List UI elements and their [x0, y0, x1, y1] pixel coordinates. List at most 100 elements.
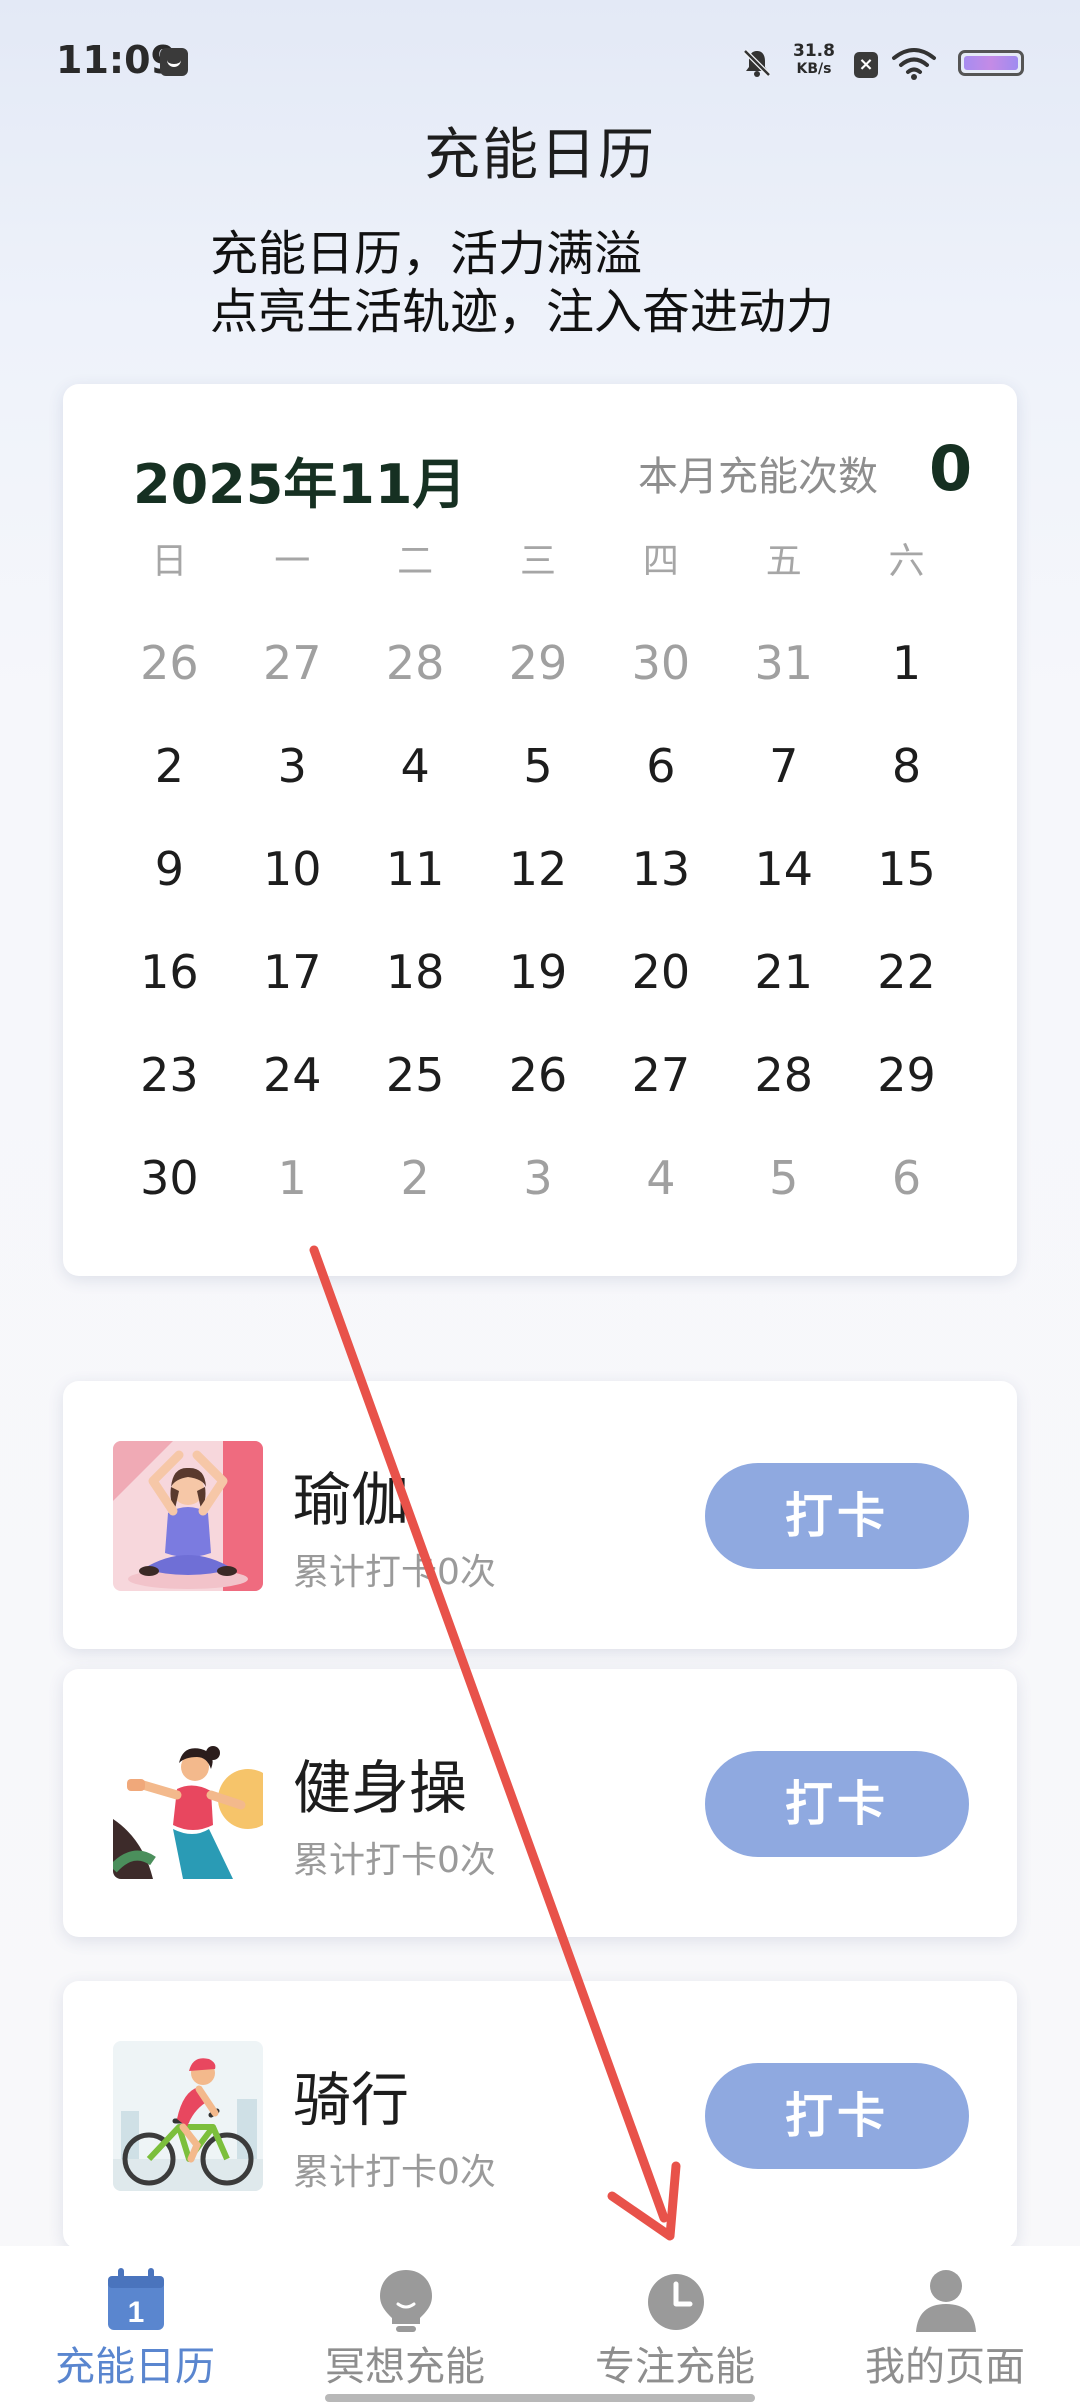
calendar-day[interactable]: 14 — [722, 818, 845, 921]
calendar-day[interactable]: 18 — [354, 921, 477, 1024]
calendar-day[interactable]: 15 — [845, 818, 968, 921]
nav-label: 冥想充能 — [325, 2344, 485, 2390]
status-bar: 11:09 31.8 KB/s × — [0, 0, 1080, 120]
calendar-day[interactable]: 27 — [599, 1024, 722, 1127]
slogan-line-2: 点亮生活轨迹，注入奋进动力 — [210, 284, 835, 340]
nav-label: 我的页面 — [865, 2344, 1025, 2390]
calendar-day-other-month[interactable]: 5 — [722, 1127, 845, 1230]
calendar-month-label: 2025年11月 — [133, 453, 467, 516]
network-speed-value: 31.8 — [793, 41, 835, 61]
nav-label: 专注充能 — [595, 2344, 755, 2390]
calendar-day-other-month[interactable]: 1 — [231, 1127, 354, 1230]
calendar-day[interactable]: 16 — [108, 921, 231, 1024]
home-indicator — [325, 2394, 755, 2402]
activity-checkin-count: 累计打卡0次 — [293, 2152, 496, 2193]
calendar-day[interactable]: 3 — [231, 715, 354, 818]
activity-checkin-count: 累计打卡0次 — [293, 1552, 496, 1593]
checkin-button-aerobics[interactable]: 打卡 — [705, 1751, 969, 1857]
network-speed: 31.8 KB/s — [782, 42, 846, 78]
checkin-button-cycling[interactable]: 打卡 — [705, 2063, 969, 2169]
calendar-day[interactable]: 1 — [845, 612, 968, 715]
bottom-nav: 1 充能日历 冥想充能 专注充能 我的页面 — [0, 2246, 1080, 2408]
calendar-day[interactable]: 6 — [599, 715, 722, 818]
calendar-day[interactable]: 7 — [722, 715, 845, 818]
activity-name: 瑜伽 — [293, 1466, 410, 1534]
activity-name: 骑行 — [293, 2066, 410, 2134]
checkin-button-yoga[interactable]: 打卡 — [705, 1463, 969, 1569]
calendar-day[interactable]: 22 — [845, 921, 968, 1024]
calendar-day[interactable]: 20 — [599, 921, 722, 1024]
calendar-day[interactable]: 29 — [845, 1024, 968, 1127]
clock-icon — [648, 2274, 704, 2330]
person-icon — [916, 2270, 976, 2332]
calendar-day[interactable]: 5 — [477, 715, 600, 818]
aerobics-illustration-icon — [113, 1729, 263, 1879]
calendar-day-other-month[interactable]: 6 — [845, 1127, 968, 1230]
calendar-day-other-month[interactable]: 28 — [354, 612, 477, 715]
calendar-day-other-month[interactable]: 4 — [599, 1127, 722, 1230]
weekday-label: 四 — [642, 541, 679, 582]
sim-x-icon: × — [854, 52, 878, 78]
activity-card-cycling: 骑行 累计打卡0次 打卡 — [63, 1981, 1017, 2249]
calendar-icon: 1 — [108, 2268, 164, 2330]
calendar-day-other-month[interactable]: 26 — [108, 612, 231, 715]
battery-icon — [958, 50, 1024, 76]
monthly-count-value: 0 — [929, 432, 973, 505]
page-title: 充能日历 — [424, 123, 656, 188]
calendar-day[interactable]: 30 — [108, 1127, 231, 1230]
activity-card-aerobics: 健身操 累计打卡0次 打卡 — [63, 1669, 1017, 1937]
calendar-day[interactable]: 2 — [108, 715, 231, 818]
wifi-icon — [892, 48, 936, 80]
calendar-day[interactable]: 8 — [845, 715, 968, 818]
calendar-day[interactable]: 19 — [477, 921, 600, 1024]
calendar-day[interactable]: 23 — [108, 1024, 231, 1127]
cycling-illustration-icon — [113, 2041, 263, 2191]
slogan-line-1: 充能日历，活力满溢 — [210, 226, 643, 282]
network-speed-unit: KB/s — [796, 61, 832, 77]
calendar-day-other-month[interactable]: 27 — [231, 612, 354, 715]
calendar-day[interactable]: 9 — [108, 818, 231, 921]
weekday-label: 五 — [765, 541, 802, 582]
calendar-day-other-month[interactable]: 30 — [599, 612, 722, 715]
activity-checkin-count: 累计打卡0次 — [293, 1840, 496, 1881]
monthly-count-label: 本月充能次数 — [638, 454, 878, 500]
calendar-day[interactable]: 26 — [477, 1024, 600, 1127]
nav-item-charge-calendar[interactable]: 1 充能日历 — [0, 2246, 270, 2408]
weekday-label: 日 — [151, 541, 188, 582]
activity-card-yoga: 瑜伽 累计打卡0次 打卡 — [63, 1381, 1017, 1649]
weekday-label: 一 — [274, 541, 311, 582]
calendar-day[interactable]: 12 — [477, 818, 600, 921]
calendar-card: 2025年11月 本月充能次数 0 日 一 二 三 四 五 六 26 27 28 29… — [63, 384, 1017, 1276]
weekday-label: 二 — [397, 541, 434, 582]
svg-text:1: 1 — [128, 2296, 145, 2329]
status-time: 11:09 — [56, 38, 177, 82]
calendar-day[interactable]: 4 — [354, 715, 477, 818]
status-icons: 31.8 KB/s × — [704, 42, 1024, 86]
calendar-day[interactable]: 13 — [599, 818, 722, 921]
calendar-day[interactable]: 28 — [722, 1024, 845, 1127]
lightbulb-icon — [380, 2270, 432, 2332]
nav-item-my-page[interactable]: 我的页面 — [810, 2246, 1080, 2408]
weekday-label: 六 — [888, 541, 925, 582]
calendar-day[interactable]: 24 — [231, 1024, 354, 1127]
nav-label: 充能日历 — [55, 2344, 215, 2390]
bell-muted-icon — [743, 49, 771, 77]
calendar-day-other-month[interactable]: 29 — [477, 612, 600, 715]
calendar-days-grid: 26 27 28 29 30 31 1 2 3 4 5 6 7 8 9 10 11 12 13 14 15 16 17 18 1… — [108, 612, 968, 1230]
weekday-label: 三 — [519, 541, 556, 582]
calendar-day[interactable]: 21 — [722, 921, 845, 1024]
calendar-day-other-month[interactable]: 31 — [722, 612, 845, 715]
calendar-day[interactable]: 11 — [354, 818, 477, 921]
slogan: 充能日历，活力满溢 点亮生活轨迹，注入奋进动力 — [210, 225, 834, 341]
nav-item-focus[interactable]: 专注充能 — [540, 2246, 810, 2408]
weekday-header: 日 一 二 三 四 五 六 — [108, 532, 968, 592]
calendar-day[interactable]: 25 — [354, 1024, 477, 1127]
calendar-day-other-month[interactable]: 3 — [477, 1127, 600, 1230]
calendar-day[interactable]: 17 — [231, 921, 354, 1024]
message-notification-icon — [160, 48, 188, 76]
nav-item-meditation[interactable]: 冥想充能 — [270, 2246, 540, 2408]
calendar-day[interactable]: 10 — [231, 818, 354, 921]
calendar-day-other-month[interactable]: 2 — [354, 1127, 477, 1230]
activity-name: 健身操 — [293, 1754, 468, 1822]
yoga-illustration-icon — [113, 1441, 263, 1591]
